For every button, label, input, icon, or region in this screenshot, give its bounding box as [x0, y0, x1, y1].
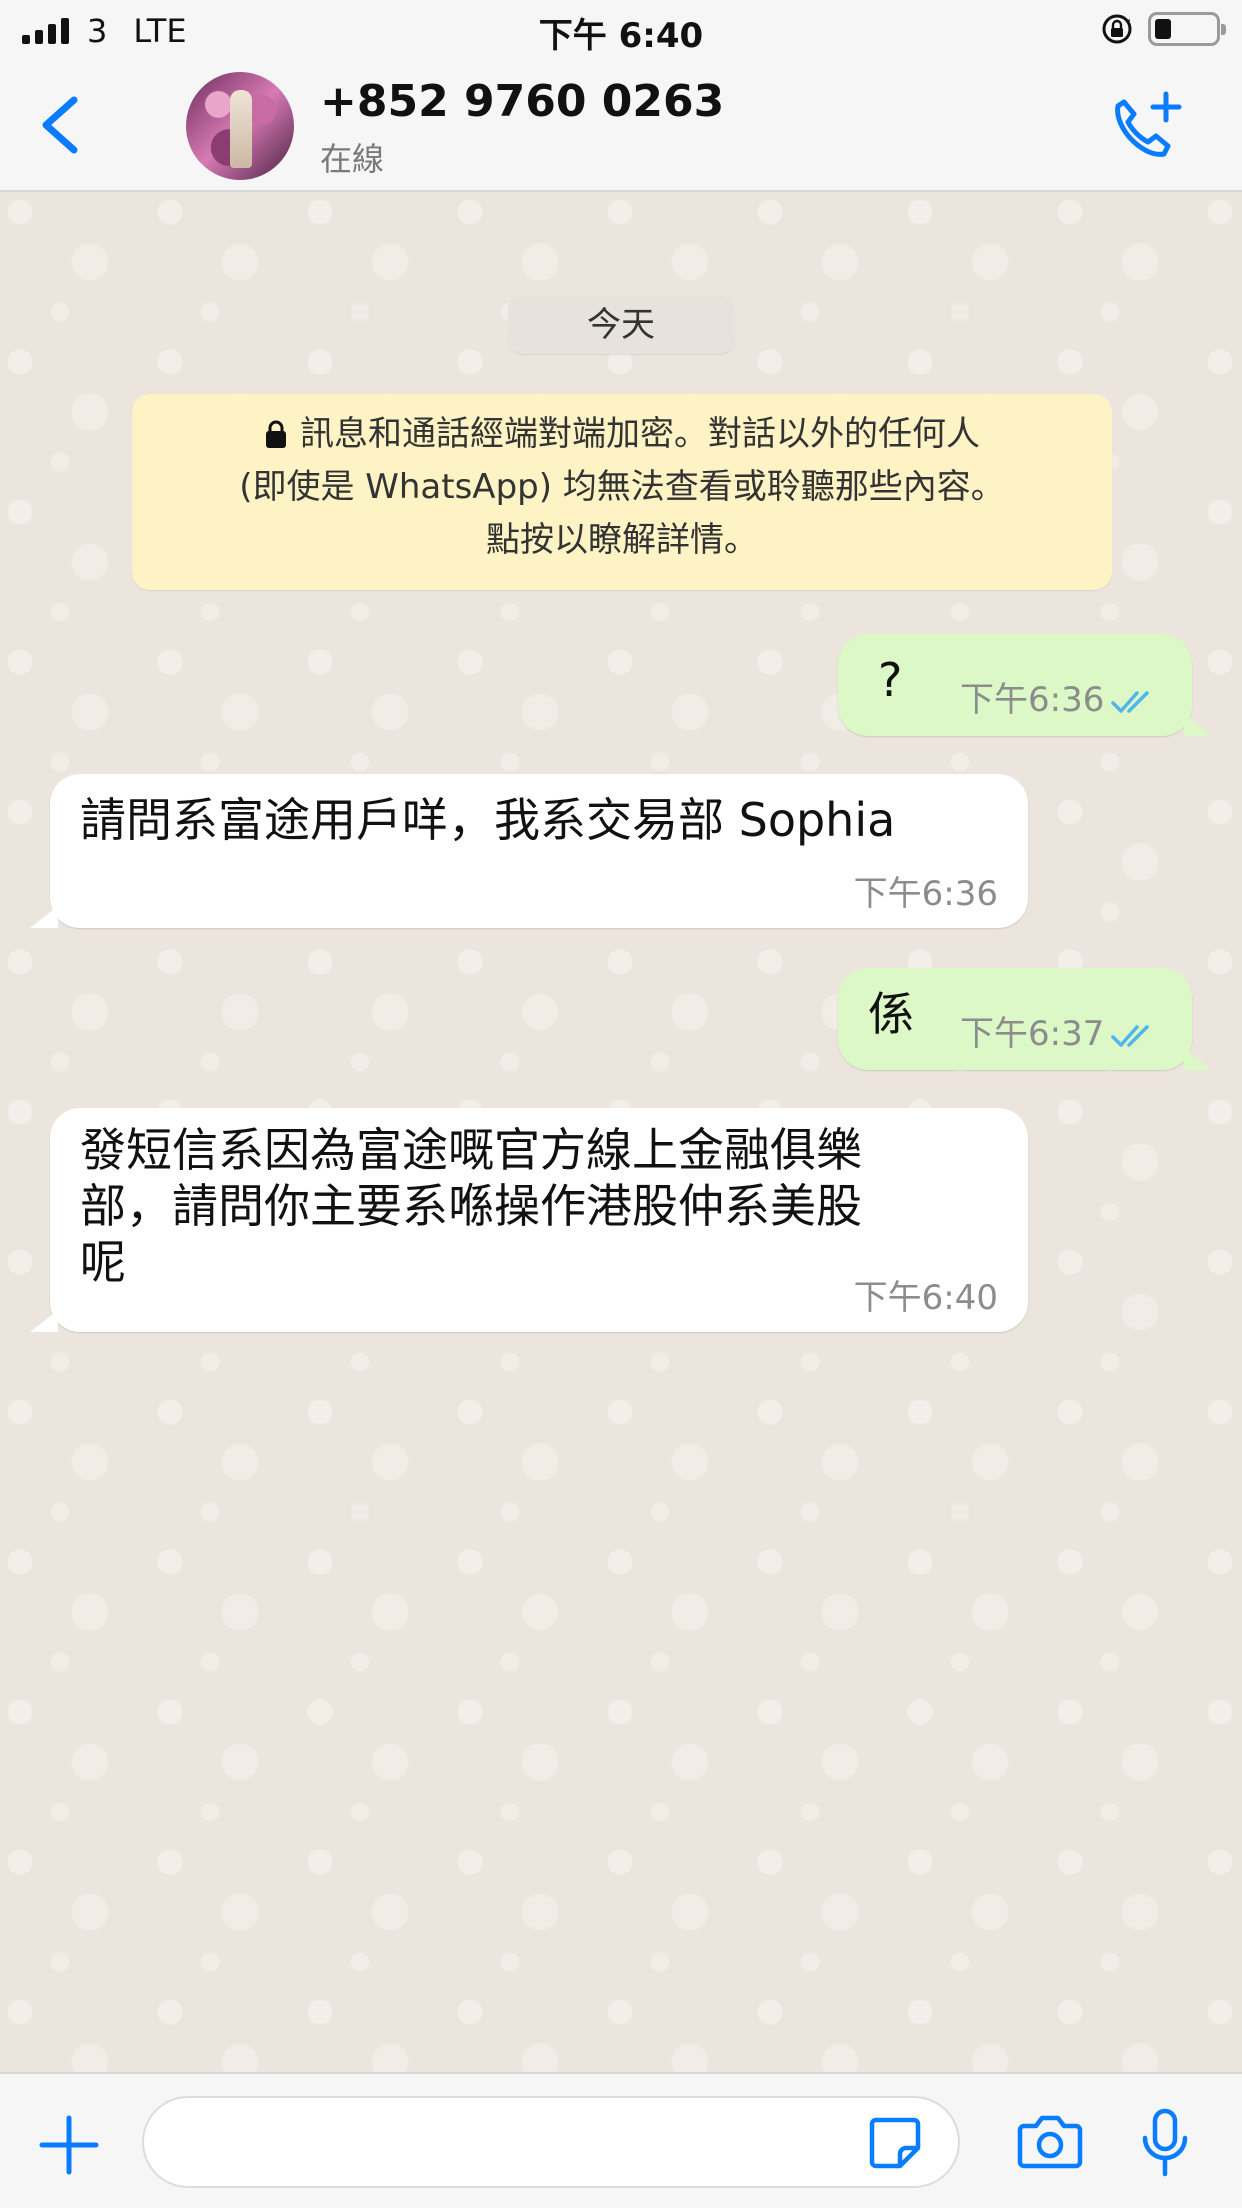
message-time: 下午6:36	[853, 874, 998, 914]
camera-icon[interactable]	[1016, 2112, 1084, 2172]
message-incoming[interactable]: 請問系富途用戶咩，我系交易部 Sophia 下午6:36	[30, 774, 1028, 928]
sticker-icon[interactable]	[866, 2114, 924, 2172]
status-time: 下午 6:40	[538, 16, 704, 56]
battery-icon	[1148, 12, 1226, 46]
message-time: 下午6:37	[960, 1014, 1105, 1054]
chat-header: +852 9760 0263 在線	[0, 62, 1242, 192]
status-bar: 3 LTE 下午 6:40	[0, 0, 1242, 62]
contact-status: 在線	[320, 140, 385, 178]
encryption-notice-line-2: (即使是 WhatsApp) 均無法查看或聆聽那些內容。	[239, 467, 1005, 507]
status-bar-right	[1100, 12, 1226, 46]
back-chevron-icon[interactable]	[30, 92, 90, 158]
message-time: 下午6:40	[853, 1278, 998, 1318]
message-text: ?	[878, 653, 903, 707]
message-incoming[interactable]: 發短信系因為富途嘅官方線上金融俱樂 部，請問你主要系喺操作港股仲系美股 呢 下午…	[30, 1108, 1028, 1332]
message-meta: 下午6:36	[960, 672, 1160, 721]
encryption-notice-line-3: 點按以瞭解詳情。	[486, 520, 758, 560]
orientation-lock-icon	[1102, 14, 1132, 44]
date-divider: 今天	[508, 296, 734, 354]
plus-icon[interactable]	[38, 2114, 100, 2176]
contact-name[interactable]: +852 9760 0263	[320, 76, 724, 127]
message-line: 發短信系因為富途嘅官方線上金融俱樂	[80, 1123, 862, 1177]
read-ticks-icon	[1111, 691, 1150, 713]
composer-bar	[0, 2072, 1242, 2208]
microphone-icon[interactable]	[1140, 2108, 1190, 2178]
chat-area[interactable]: 今天 訊息和通話經端對端加密。對話以外的任何人 (即使是 WhatsApp) 均…	[0, 192, 1242, 2072]
read-ticks-icon	[1111, 1025, 1150, 1047]
lock-icon	[266, 420, 286, 448]
message-outgoing[interactable]: ? 下午6:36	[838, 634, 1212, 736]
add-call-icon[interactable]	[1106, 90, 1186, 162]
avatar[interactable]	[186, 72, 294, 180]
encryption-notice-line-1: 訊息和通話經端對端加密。對話以外的任何人	[162, 408, 1082, 461]
encryption-notice[interactable]: 訊息和通話經端對端加密。對話以外的任何人 (即使是 WhatsApp) 均無法查…	[132, 394, 1112, 590]
message-line: 部，請問你主要系喺操作港股仲系美股	[80, 1179, 862, 1233]
message-meta: 下午6:37	[960, 1006, 1160, 1055]
message-text: 發短信系因為富途嘅官方線上金融俱樂 部，請問你主要系喺操作港股仲系美股 呢	[80, 1122, 1000, 1290]
message-input[interactable]	[142, 2096, 960, 2188]
message-text: 請問系富途用戶咩，我系交易部 Sophia	[80, 793, 896, 847]
message-text: 係	[868, 987, 914, 1041]
message-outgoing[interactable]: 係 下午6:37	[838, 968, 1212, 1070]
message-time: 下午6:36	[960, 680, 1105, 720]
